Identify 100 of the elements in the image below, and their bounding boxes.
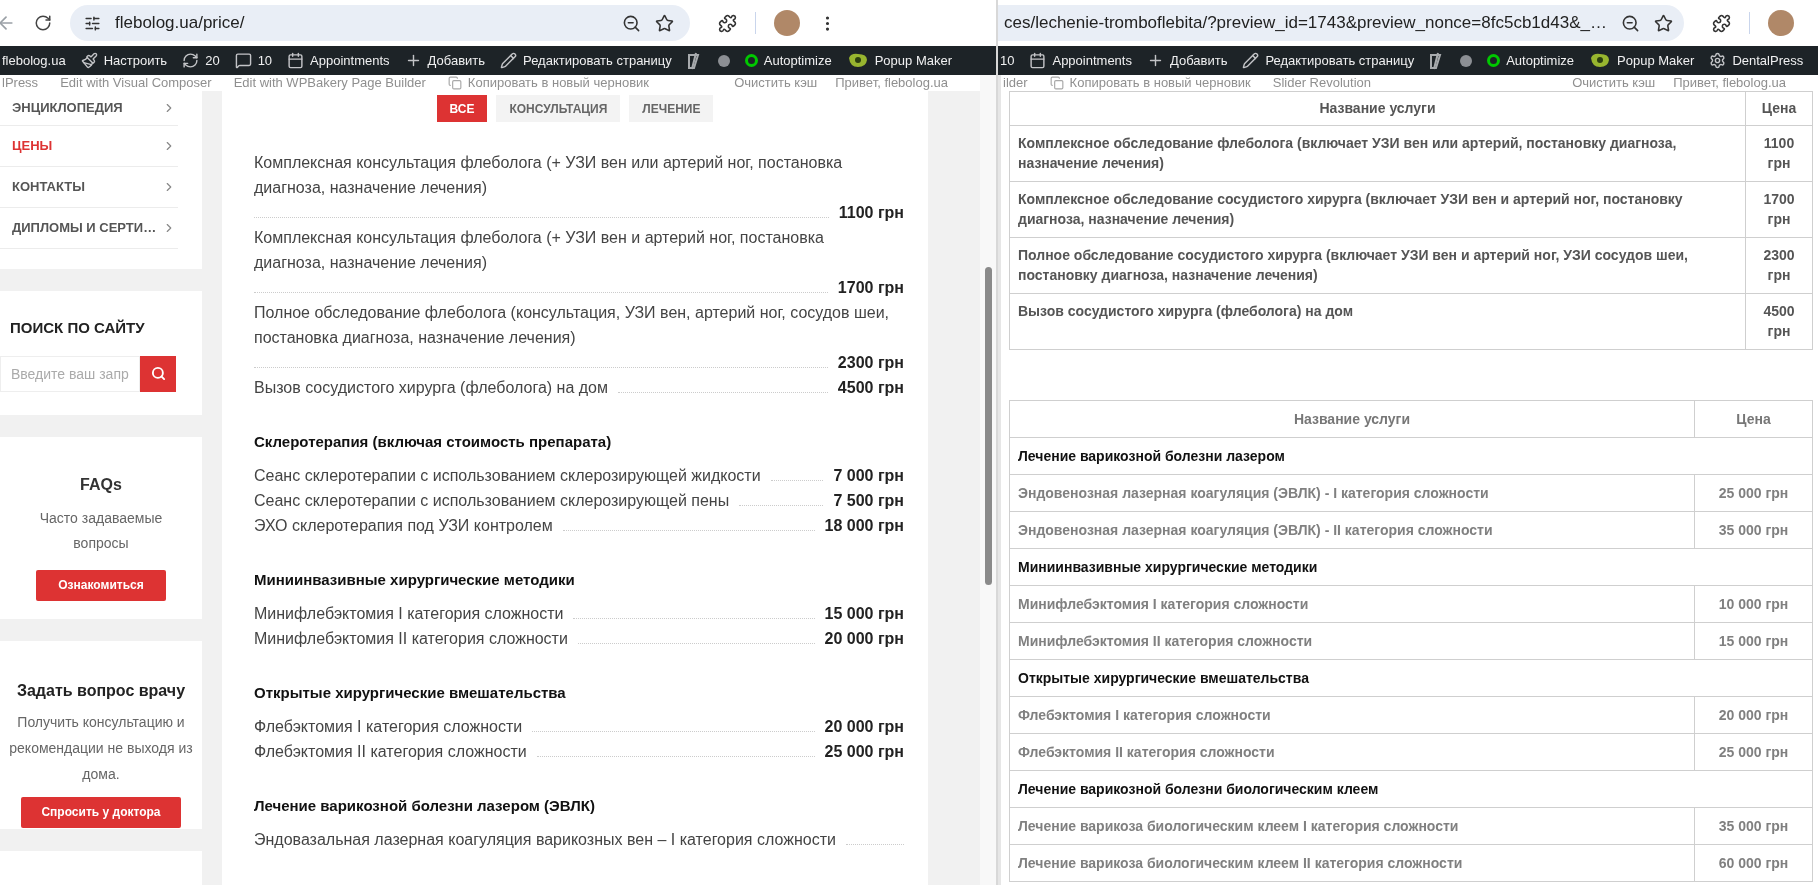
column-header: Цена [1745, 91, 1813, 126]
section-heading: Лечение варикозной болезни лазером (ЭВЛК) [254, 796, 596, 816]
service-name: Вызов сосудистого хирурга (флеболога) на дом [254, 378, 609, 398]
status-ring-icon [744, 54, 758, 67]
ask-doctor-button[interactable]: Спросить у доктора [21, 796, 181, 828]
calendar-icon [287, 52, 305, 69]
pencil-icon [1242, 52, 1260, 69]
copy-icon [1049, 76, 1064, 90]
service-price: 2300 грн [836, 353, 904, 373]
url-text: ces/lechenie-tromboflebita/?preview_id=1743&preview_nonce=8fc5cb1d43&_… [1004, 12, 1607, 35]
avatar[interactable] [774, 10, 800, 36]
service-name: Сеанс склеротерапии с использованием склерозирующей пены [254, 491, 731, 511]
settings-icon [1709, 52, 1727, 69]
address-bar[interactable]: ces/lechenie-tromboflebita/?preview_id=1743&preview_nonce=8fc5cb1d43&_… [998, 5, 1684, 41]
popup-plugin-icon [846, 52, 869, 69]
sidebar-menu-item[interactable]: ДИПЛОМЫ И СЕРТИ… [0, 208, 178, 249]
search-button[interactable] [140, 355, 176, 392]
admin-bar-link[interactable] [717, 54, 730, 67]
filter-tab[interactable]: ЛЕЧЕНИЕ [629, 95, 714, 122]
column-header: Название услуги [1009, 91, 1746, 126]
widget-title: ПОИСК ПО САЙТУ [9, 318, 146, 338]
service-name-cell: Эндовенозная лазерная коагуляция (ЭВЛК) - I категория сложности [1009, 474, 1695, 512]
admin-bar-link[interactable]: Popup Maker [1589, 50, 1695, 71]
extensions-icon[interactable] [1712, 13, 1731, 33]
service-price: 4500 грн [836, 378, 904, 398]
admin-bar-link[interactable]: 10 [1000, 50, 1015, 71]
service-price: 7 500 грн [832, 491, 904, 511]
service-name: Полное обследование флеболога (консультация, УЗИ вен, артерий ног, сосудов шеи, постановка диагноза, назначение лечения) [254, 303, 891, 348]
admin-bar-link[interactable]: Редактировать страницу [1242, 50, 1415, 71]
admin-bar-link[interactable]: DentalPress [1709, 50, 1804, 71]
admin-bar-link[interactable]: 20 [182, 50, 220, 71]
admin-bar-link[interactable]: Appointments [1029, 50, 1132, 71]
column-header: Название услуги [1009, 400, 1695, 438]
widget-text: Часто задаваемые вопросы [38, 508, 164, 553]
copy-icon [447, 76, 462, 90]
service-name-cell: Лечение варикоза биологическим клеем I категория сложности [1009, 807, 1695, 845]
price-cell: 35 000 грн [1694, 807, 1813, 845]
widget-text: Получить консультацию и рекомендации не выходя из дома. [8, 712, 194, 784]
search-field[interactable]: Введите ваш запр [0, 355, 140, 392]
service-name-cell: Минифлебэктомия I категория сложности [1009, 585, 1695, 623]
price-cell: 10 000 грн [1694, 585, 1813, 623]
service-name: ЭХО склеротерапия под УЗИ контролем [254, 516, 554, 536]
admin-bar-link[interactable]: 10 [234, 50, 273, 71]
widget-title: Задать вопрос врачу [16, 680, 186, 701]
service-name-cell: Комплексное обследование сосудистого хирурга (включает УЗИ вен и артерий ног, постановку диагноза, назначение лечения) [1009, 181, 1746, 238]
admin-bar-link[interactable]: Редактировать страницу [500, 50, 672, 71]
filter-tab[interactable]: КОНСУЛЬТАЦИЯ [496, 95, 621, 122]
admin-bar-link[interactable]: Добавить [404, 50, 486, 71]
service-price: 20 000 грн [823, 717, 904, 737]
group-heading-cell: Миниинвазивные хирургические методики [1009, 548, 1813, 586]
service-name: Флебэктомия II категория сложности [254, 742, 528, 762]
service-price: 15 000 грн [823, 604, 904, 624]
price-cell: 1700 грн [1745, 181, 1813, 238]
address-bar[interactable]: flebolog.ua/price/ [70, 5, 690, 41]
admin-bar-link[interactable]: flebolog.ua [2, 50, 66, 71]
zoom-out-icon[interactable] [1620, 13, 1640, 33]
bookmark-star-icon[interactable] [1653, 13, 1673, 33]
service-price: 20 000 грн [823, 629, 904, 649]
price-cell: 60 000 грн [1694, 844, 1813, 882]
sidebar-menu-item[interactable]: ЭНЦИКЛОПЕДИЯ [0, 91, 178, 126]
price-cell: 20 000 грн [1694, 696, 1813, 734]
section-heading: Миниинвазивные хирургические методики [254, 570, 576, 590]
admin-bar-link[interactable]: Настроить [80, 50, 168, 71]
scrollbar-thumb[interactable] [984, 267, 992, 585]
admin-bar-link[interactable]: Appointments [287, 50, 390, 71]
price-cell: 25 000 грн [1694, 733, 1813, 771]
service-price: 1100 грн [837, 203, 904, 223]
service-name-cell: Флебэктомия II категория сложности [1009, 733, 1695, 771]
service-name-cell: Минифлебэктомия II категория сложности [1009, 622, 1695, 660]
price-cell: 25 000 грн [1694, 474, 1813, 512]
url-text: flebolog.ua/price/ [115, 12, 246, 35]
service-name-cell: Эндовенозная лазерная коагуляция (ЭВЛК) - II категория сложности [1009, 511, 1695, 549]
service-name: Минифлебэктомия II категория сложности [254, 629, 569, 649]
zoom-out-icon[interactable] [622, 13, 641, 33]
admin-bar-link[interactable]: Autoptimize [1487, 50, 1575, 71]
service-name: Комплексная консультация флеболога (+ УЗИ вен и артерий ног, постановка диагноза, назначение лечения) [254, 228, 825, 273]
price-cell: 15 000 грн [1694, 622, 1813, 660]
admin-bar-link[interactable]: Добавить [1146, 50, 1228, 71]
service-price: 18 000 грн [823, 516, 904, 536]
faq-button[interactable]: Ознакомиться [36, 569, 166, 601]
price-cell: 2300 грн [1745, 237, 1813, 294]
admin-bar-link[interactable] [1460, 54, 1473, 67]
filter-tab[interactable]: ВСЕ [436, 95, 488, 122]
service-name: Флебэктомия I категория сложности [254, 717, 524, 737]
extensions-icon[interactable] [718, 13, 737, 33]
group-heading-cell: Открытые хирургические вмешательства [1009, 659, 1813, 697]
admin-bar-link[interactable]: Popup Maker [846, 50, 952, 71]
price-cell: 4500 грн [1745, 293, 1813, 350]
bookmark-star-icon[interactable] [655, 13, 674, 33]
sidebar-menu-item[interactable]: ЦЕНЫ [0, 126, 178, 167]
site-settings-icon[interactable] [84, 14, 101, 32]
status-ring-icon [1487, 54, 1501, 67]
sidebar-menu-item[interactable]: КОНТАКТЫ [0, 167, 178, 208]
service-name-cell: Лечение варикоза биологическим клеем II категория сложности [1009, 844, 1695, 882]
admin-bar-link[interactable]: Autoptimize [744, 50, 832, 71]
widget-title: FAQs [80, 474, 122, 495]
price-cell: 1100 грн [1745, 125, 1813, 182]
reload-icon[interactable] [34, 14, 52, 32]
avatar[interactable] [1768, 10, 1794, 36]
pencil-icon [500, 52, 518, 69]
